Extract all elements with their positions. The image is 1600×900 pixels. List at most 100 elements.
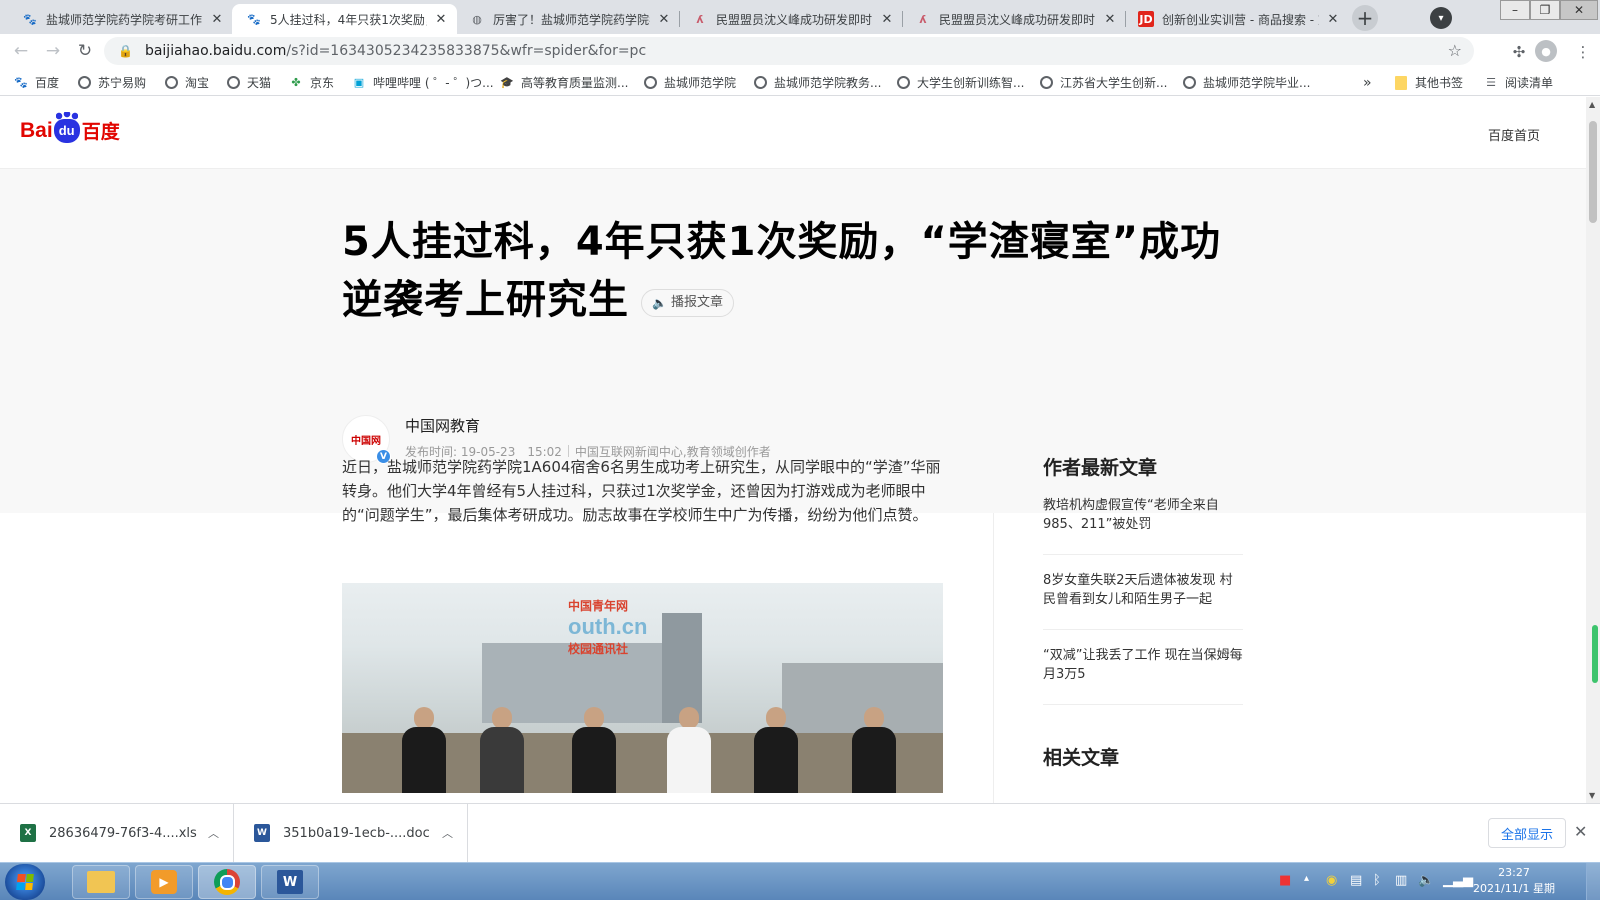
tab-1[interactable]: 🐾 盐城师范学院药学院考研工作 ✕ (8, 4, 233, 34)
page-scrollbar[interactable]: ▲ ▼ (1586, 97, 1600, 803)
show-all-downloads-button[interactable]: 全部显示 (1488, 818, 1566, 848)
back-arrow-icon[interactable]: ← (8, 38, 34, 64)
volume-icon[interactable]: 🔈 (1418, 873, 1434, 888)
bookmark-higher-ed[interactable]: 🎓 高等教育质量监测... (500, 74, 628, 91)
tab-3[interactable]: ◍ 厉害了！盐城师范学院药学院考研 ✕ (455, 4, 680, 34)
bookmark-taobao[interactable]: 淘宝 (164, 74, 209, 91)
close-icon[interactable]: ✕ (1574, 822, 1587, 841)
chevron-up-icon[interactable]: ︿ (208, 825, 219, 841)
address-bar[interactable]: 🔒 baijiahao.baidu.com/s?id=1634305234235… (104, 37, 1474, 65)
file-explorer-taskbar-button[interactable] (72, 865, 130, 899)
chevron-up-icon[interactable]: ︿ (442, 825, 453, 841)
close-icon[interactable]: ✕ (433, 12, 449, 27)
list-item[interactable]: 8岁女童失联2天后遗体被发现 村民曾看到女儿和陌生男子一起 (1043, 555, 1243, 630)
tab-6[interactable]: JD 创新创业实训营 - 商品搜索 - 京 ✕ (1124, 4, 1349, 34)
baidu-logo[interactable]: Bai du 百度 (20, 111, 120, 144)
close-icon[interactable]: ✕ (209, 12, 225, 27)
column-divider (993, 513, 994, 803)
globe-icon (1182, 76, 1196, 90)
other-bookmarks-folder[interactable]: 其他书签 (1394, 74, 1463, 91)
download-shelf: X 28636479-76f3-4....xls ︿ W 351b0a19-1e… (0, 803, 1600, 862)
baidu-paw-icon: 🐾 (14, 76, 28, 89)
page-viewport: Bai du 百度 百度首页 5人挂过科，4年只获1次奖励，“学渣寝室”成功逆袭考上… (0, 97, 1600, 803)
bookmarks-overflow-chevron-icon[interactable]: » (1363, 74, 1372, 91)
bookmark-suning[interactable]: 苏宁易购 (77, 74, 146, 91)
bookmark-ycnu[interactable]: 盐城师范学院 (643, 74, 736, 91)
jd-icon: JD (1138, 11, 1154, 27)
listen-article-button[interactable]: 🔈 播报文章 (641, 289, 734, 317)
system-clock[interactable]: 23:27 2021/11/1 星期一 (1470, 865, 1558, 900)
tab-title: 民盟盟员沈义峰成功研发即时 (716, 12, 873, 27)
folder-icon (1394, 75, 1408, 90)
tab-4[interactable]: ʎ 民盟盟员沈义峰成功研发即时 ✕ (678, 4, 903, 34)
author-name[interactable]: 中国网教育 (405, 415, 480, 436)
bookmark-jiangsu-innovation[interactable]: 江苏省大学生创新... (1039, 74, 1167, 91)
globe-icon (896, 76, 910, 90)
bookmark-star-icon[interactable]: ☆ (1448, 41, 1462, 60)
restore-button[interactable]: ❐ (1530, 0, 1560, 20)
usb-device-icon[interactable]: ▥ (1395, 873, 1407, 888)
bookmarks-bar: 🐾 百度 苏宁易购 淘宝 天猫 ✤ 京东 ▣ 哔哩哔哩 ( ゜- ゜)つ... 🎓 高等… (0, 68, 1600, 96)
related-articles-heading: 相关文章 (1043, 747, 1120, 769)
close-icon[interactable]: ✕ (1102, 12, 1118, 27)
site-header: Bai du 百度 百度首页 (0, 97, 1586, 169)
bookmark-innovation-training[interactable]: 大学生创新训练智... (896, 74, 1024, 91)
download-item[interactable]: X 28636479-76f3-4....xls ︿ (0, 804, 234, 862)
bookmark-baidu[interactable]: 🐾 百度 (14, 74, 59, 91)
article-photo[interactable]: 中国青年网 outh.cn 校园通讯社 (342, 583, 943, 793)
new-tab-button[interactable]: + (1352, 5, 1378, 31)
close-icon[interactable]: ✕ (879, 12, 895, 27)
forward-arrow-icon[interactable]: → (40, 38, 66, 64)
side-panel-handle[interactable] (1592, 625, 1598, 683)
media-player-taskbar-button[interactable]: ▶ (135, 865, 193, 899)
word-taskbar-button[interactable]: W (261, 865, 319, 899)
bookmark-ycnu-graduation[interactable]: 盐城师范学院毕业... (1182, 74, 1310, 91)
start-button[interactable] (5, 864, 45, 900)
scroll-up-icon[interactable]: ▲ (1589, 100, 1595, 109)
tray-overflow-icon[interactable]: ▴ (1304, 873, 1309, 884)
tab-title: 民盟盟员沈义峰成功研发即时 (939, 12, 1096, 27)
tab-search-icon[interactable]: ▾ (1430, 7, 1452, 29)
baidu-paw-icon: 🐾 (23, 12, 37, 26)
bluetooth-icon[interactable]: ᛒ (1373, 873, 1381, 888)
globe-icon (226, 76, 240, 90)
extensions-puzzle-icon[interactable]: ✣ (1508, 41, 1530, 63)
window-close-button[interactable]: ✕ (1560, 0, 1598, 20)
bookmark-jd[interactable]: ✤ 京东 (289, 74, 334, 91)
word-icon: W (277, 870, 303, 894)
list-item[interactable]: “双减”让我丢了工作 现在当保姆每月3万5 (1043, 630, 1243, 705)
ime-icon[interactable]: ■ (1279, 873, 1291, 888)
close-icon[interactable]: ✕ (656, 12, 672, 27)
bookmark-bilibili[interactable]: ▣ 哔哩哔哩 ( ゜- ゜)つ... (352, 74, 494, 91)
tab-2-active[interactable]: 🐾 5人挂过科，4年只获1次奖励， ✕ (232, 4, 457, 34)
list-item[interactable]: 教培机构虚假宣传“老师全来自985、211”被处罚 (1043, 480, 1243, 555)
tab-title: 厉害了！盐城师范学院药学院考研 (493, 12, 650, 27)
download-item[interactable]: W 351b0a19-1ecb-....doc ︿ (234, 804, 468, 862)
bookmark-tmall[interactable]: 天猫 (226, 74, 271, 91)
security-shield-icon[interactable]: ◉ (1326, 873, 1337, 888)
network-share-icon[interactable]: ▤ (1350, 873, 1362, 888)
globe-icon (1039, 76, 1053, 90)
reading-list[interactable]: ☰ 阅读清单 (1484, 74, 1553, 91)
scrollbar-thumb[interactable] (1589, 121, 1597, 223)
image-watermark: 中国青年网 outh.cn 校园通讯社 (568, 599, 648, 656)
excel-file-icon: X (20, 824, 36, 842)
baidu-home-link[interactable]: 百度首页 (1488, 125, 1540, 144)
page-title: 5人挂过科，4年只获1次奖励，“学渣寝室”成功逆袭考上研究生 🔈 播报文章 (342, 213, 1262, 329)
latest-articles-heading: 作者最新文章 (1043, 457, 1158, 479)
globe-icon (77, 76, 91, 90)
scroll-down-icon[interactable]: ▼ (1589, 791, 1595, 800)
speaker-icon: 🔈 (652, 296, 667, 310)
network-signal-icon[interactable]: ▁▃▅ (1443, 873, 1473, 888)
baidu-paw-icon: 🐾 (247, 12, 261, 26)
minimize-button[interactable]: – (1500, 0, 1530, 20)
close-icon[interactable]: ✕ (1325, 12, 1341, 27)
sidebar: 作者最新文章 教培机构虚假宣传“老师全来自985、211”被处罚 8岁女童失联2… (1043, 453, 1243, 770)
tab-5[interactable]: ʎ 民盟盟员沈义峰成功研发即时 ✕ (901, 4, 1126, 34)
bookmark-ycnu-jiaowu[interactable]: 盐城师范学院教务... (753, 74, 881, 91)
menu-kebab-icon[interactable]: ⋮ (1572, 41, 1594, 63)
chrome-taskbar-button[interactable] (198, 865, 256, 899)
show-desktop-button[interactable] (1586, 863, 1600, 900)
profile-avatar-icon[interactable]: ● (1535, 40, 1557, 62)
reload-icon[interactable]: ↻ (72, 38, 98, 64)
